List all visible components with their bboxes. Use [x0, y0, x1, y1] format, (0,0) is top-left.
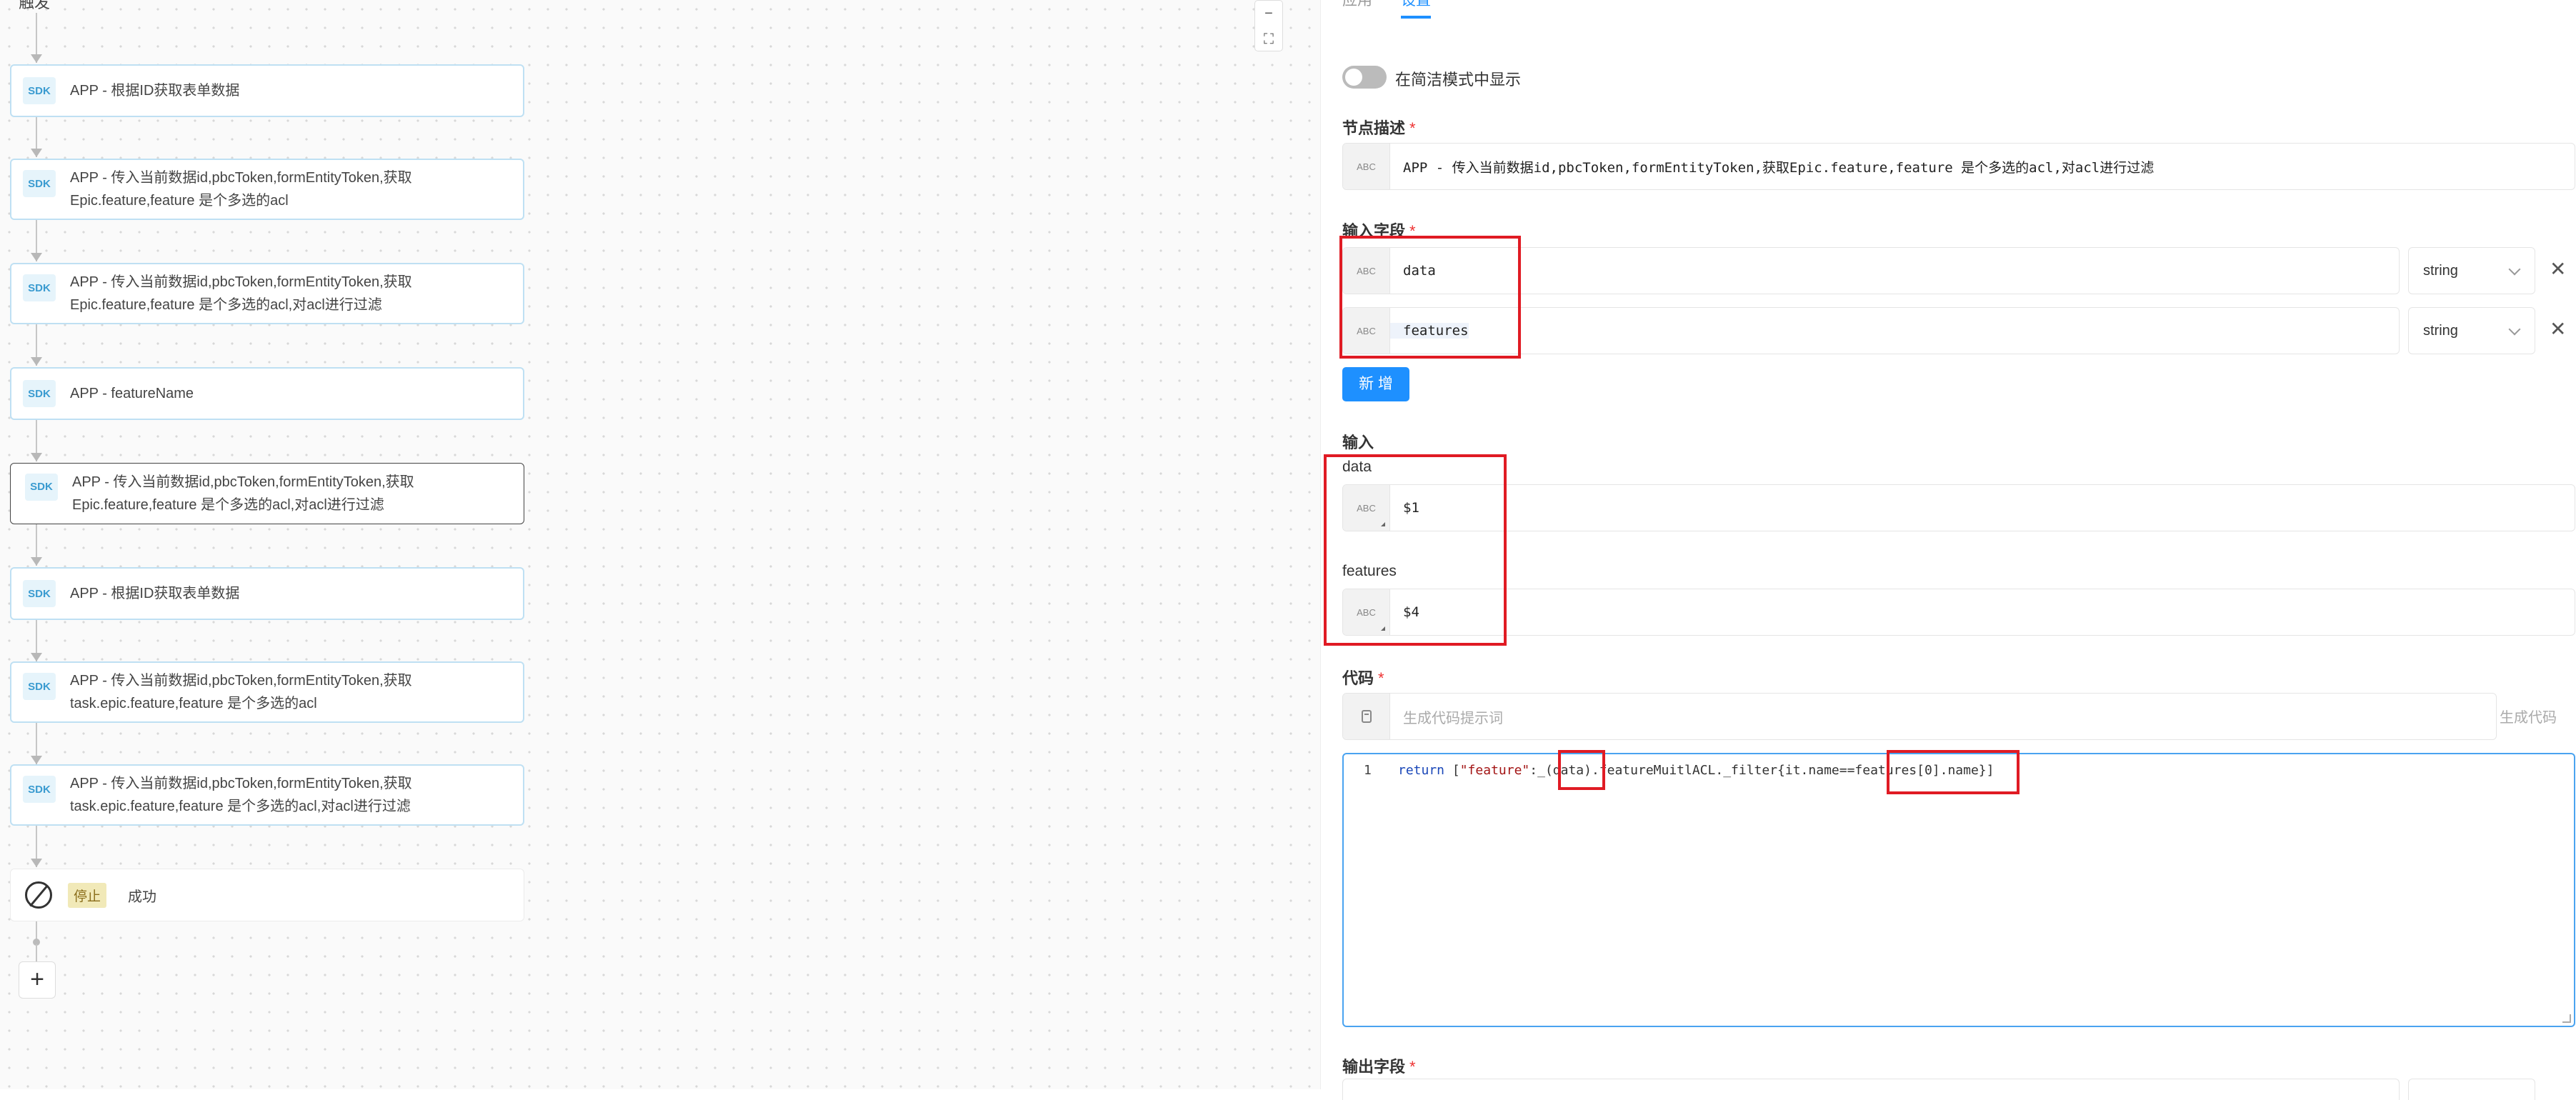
text-type-icon: ABC [1343, 144, 1390, 189]
stop-label: 成功 [128, 889, 157, 905]
panel-tabs: 应用 设置 [1342, 0, 1431, 19]
output-type-select[interactable] [2408, 1079, 2535, 1100]
node-title: APP - 传入当前数据id,pbcToken,formEntityToken,… [70, 776, 412, 814]
flow-node-6[interactable]: SDK APP - 根据ID获取表单数据 [10, 567, 524, 620]
node-title: APP - 根据ID获取表单数据 [70, 586, 240, 601]
connector-arrow [31, 859, 42, 867]
node-title: APP - 传入当前数据id,pbcToken,formEntityToken,… [70, 170, 412, 209]
sdk-badge-icon: SDK [23, 77, 56, 104]
connector [36, 944, 37, 961]
connector-arrow [31, 557, 42, 566]
node-desc-label: 节点描述 * [1342, 119, 1416, 137]
connector-arrow [31, 453, 42, 461]
node-desc-field[interactable]: ABC APP - 传入当前数据id,pbcToken,formEntityTo… [1342, 143, 2575, 190]
input-value-data[interactable]: ABC $1 [1342, 484, 2575, 531]
add-field-button[interactable]: 新 增 [1342, 367, 1409, 401]
sdk-badge-icon: SDK [23, 580, 56, 607]
chevron-down-icon [2508, 263, 2521, 276]
stop-tag: 停止 [68, 882, 107, 908]
connector-arrow [31, 253, 42, 261]
stop-node[interactable]: 停止 成功 [10, 869, 524, 921]
node-title: APP - 根据ID获取表单数据 [70, 83, 240, 99]
chevron-down-icon [2508, 323, 2521, 336]
stop-icon [25, 881, 52, 909]
sdk-badge-icon: SDK [23, 274, 56, 301]
annotation-box [1324, 454, 1507, 646]
tab-settings[interactable]: 设置 [1401, 0, 1431, 19]
add-node-button[interactable]: + [19, 961, 56, 999]
connector-arrow [31, 149, 42, 157]
remove-field-icon[interactable]: ✕ [2550, 317, 2566, 341]
annotation-box [1558, 750, 1605, 790]
node-desc-value: APP - 传入当前数据id,pbcToken,formEntityToken,… [1403, 159, 2155, 176]
sdk-badge-icon: SDK [23, 776, 56, 803]
sdk-badge-icon: SDK [25, 474, 58, 501]
annotation-box [1887, 750, 2020, 794]
flow-node-8[interactable]: SDK APP - 传入当前数据id,pbcToken,formEntityTo… [10, 764, 524, 826]
line-number: 1 [1364, 763, 1372, 778]
flow-node-7[interactable]: SDK APP - 传入当前数据id,pbcToken,formEntityTo… [10, 661, 524, 723]
zoom-out-icon[interactable]: − [1255, 1, 1282, 26]
connector-arrow [31, 357, 42, 366]
code-prompt-placeholder: 生成代码提示词 [1403, 710, 1503, 726]
connector-arrow [31, 653, 42, 661]
node-title: APP - 传入当前数据id,pbcToken,formEntityToken,… [72, 474, 414, 513]
inputs-label: 输入 [1342, 434, 1374, 451]
code-label: 代码 * [1342, 669, 1384, 687]
node-title: APP - featureName [70, 386, 194, 401]
prompt-icon [1343, 694, 1390, 739]
node-title: APP - 传入当前数据id,pbcToken,formEntityToken,… [70, 274, 412, 313]
sdk-badge-icon: SDK [23, 380, 56, 407]
workflow-canvas[interactable]: 触发 SDK APP - 根据ID获取表单数据 SDK APP - 传入当前数据… [0, 0, 1320, 1089]
output-field-row[interactable] [1342, 1079, 2400, 1100]
generate-code-button[interactable]: 生成代码 [2500, 706, 2557, 726]
output-fields-label: 输出字段 * [1342, 1058, 1416, 1076]
simple-mode-label: 在简洁模式中显示 [1395, 71, 1522, 89]
connector-arrow [31, 756, 42, 764]
settings-panel: 应用 设置 在简洁模式中显示 节点描述 * ABC APP - 传入当前数据id,… [1320, 0, 2576, 1100]
annotation-box [1339, 236, 1521, 359]
flow-node-3[interactable]: SDK APP - 传入当前数据id,pbcToken,formEntityTo… [10, 263, 524, 324]
input-value-features[interactable]: ABC $4 [1342, 589, 2575, 636]
trigger-label: 触发 [19, 0, 51, 11]
flow-node-1[interactable]: SDK APP - 根据ID获取表单数据 [10, 64, 524, 117]
resize-handle-icon[interactable] [2562, 1014, 2571, 1023]
code-prompt-field[interactable]: 生成代码提示词 [1342, 693, 2497, 740]
node-title: APP - 传入当前数据id,pbcToken,formEntityToken,… [70, 673, 412, 711]
remove-field-icon[interactable]: ✕ [2550, 257, 2566, 281]
sdk-badge-icon: SDK [23, 673, 56, 700]
simple-mode-toggle[interactable] [1342, 66, 1387, 89]
fullscreen-icon[interactable]: ⛶ [1255, 26, 1282, 52]
zoom-controls: − ⛶ [1254, 0, 1283, 51]
tab-app[interactable]: 应用 [1342, 0, 1372, 19]
connector-arrow [31, 54, 42, 63]
flow-node-5-selected[interactable]: SDK APP - 传入当前数据id,pbcToken,formEntityTo… [10, 463, 524, 524]
field-type-select-1[interactable]: string [2408, 247, 2535, 294]
field-type-select-2[interactable]: string [2408, 307, 2535, 354]
flow-node-4[interactable]: SDK APP - featureName [10, 367, 524, 420]
flow-node-2[interactable]: SDK APP - 传入当前数据id,pbcToken,formEntityTo… [10, 159, 524, 220]
sdk-badge-icon: SDK [23, 170, 56, 197]
